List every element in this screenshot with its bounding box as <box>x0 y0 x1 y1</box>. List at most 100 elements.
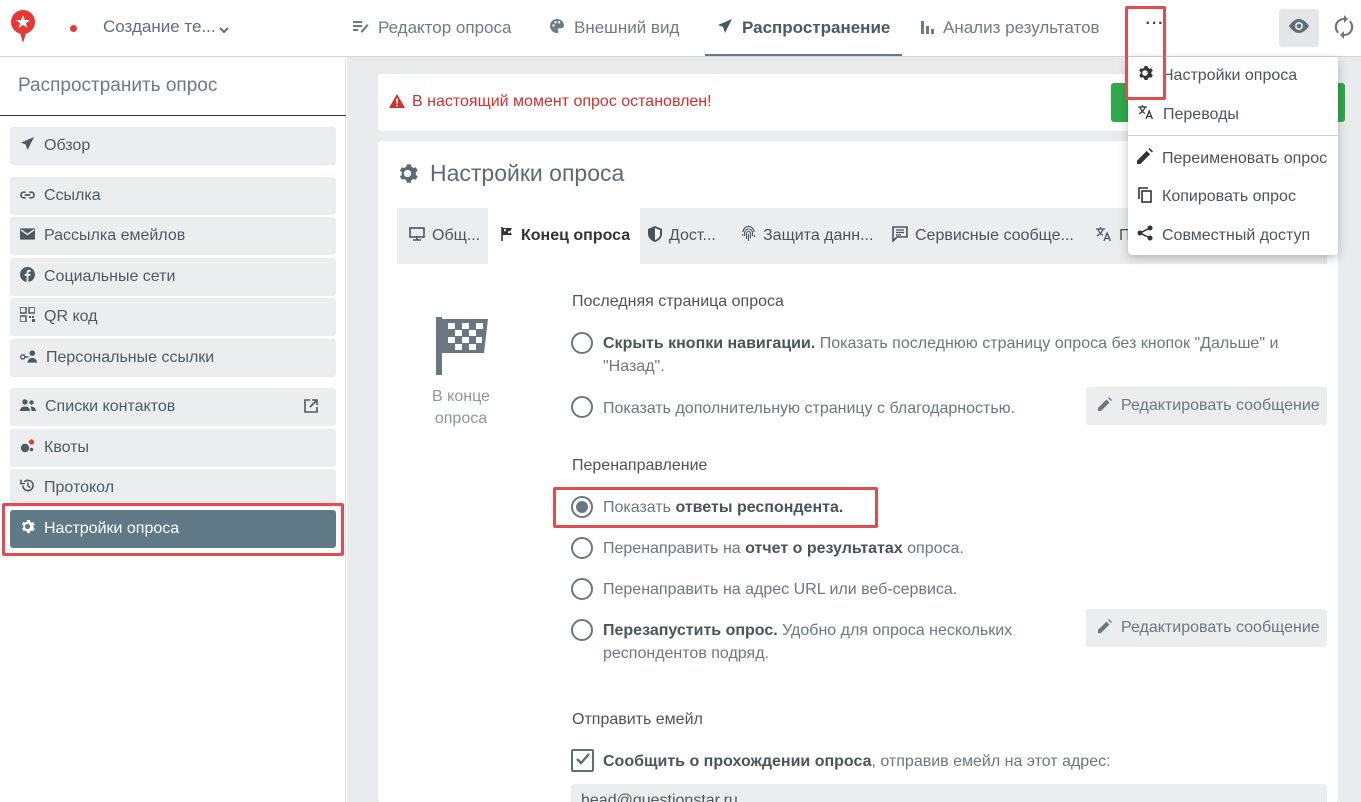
sidebar-item-quotas[interactable]: Квоты <box>10 429 336 467</box>
translate-icon <box>1137 104 1163 125</box>
app-logo[interactable] <box>9 9 37 45</box>
eye-icon <box>1287 18 1311 39</box>
facebook-icon <box>20 267 44 287</box>
survey-name-selector[interactable]: Создание те... <box>103 17 216 37</box>
email-heading: Отправить емейл <box>572 711 703 728</box>
sidebar-item-label: Ссылка <box>44 187 101 204</box>
edit-message-button[interactable]: Редактировать сообщение <box>1086 387 1327 425</box>
tab-survey-end[interactable]: Конец опроса <box>488 208 641 264</box>
fingerprint-icon <box>741 225 763 247</box>
option-hide-navigation[interactable]: Скрыть кнопки навигации. Показать послед… <box>603 332 1323 378</box>
shield-icon <box>648 225 669 247</box>
sidebar-item-contact-lists[interactable]: Списки контактов <box>10 388 336 426</box>
checkered-flag-icon <box>430 313 490 380</box>
option-bold: отчет о результатах <box>745 540 903 557</box>
radio-hide-navigation[interactable] <box>571 332 593 354</box>
people-icon <box>20 398 45 416</box>
quota-icon <box>20 438 44 458</box>
redirect-heading: Перенаправление <box>572 457 708 474</box>
sidebar-item-personal-links[interactable]: Персональные ссылки <box>10 339 336 377</box>
tab-access[interactable]: Дост... <box>648 208 716 264</box>
tab-analysis[interactable]: Анализ результатов <box>920 0 1100 56</box>
sidebar-title: Распространить опрос <box>18 75 218 96</box>
notify-checkbox[interactable] <box>571 749 594 772</box>
tab-service-messages[interactable]: Сервисные сообще... <box>892 208 1074 264</box>
option-results-report[interactable]: Перенаправить на отчет о результатах опр… <box>603 537 1323 560</box>
menu-item-label: Переводы <box>1163 105 1239 123</box>
notify-label[interactable]: Сообщить о прохождении опроса, отправив … <box>603 750 1323 773</box>
highlight-box <box>2 503 344 556</box>
menu-item-label: Совместный доступ <box>1162 226 1311 244</box>
radio-results-report[interactable] <box>571 537 593 559</box>
menu-item-copy[interactable]: Копировать опрос <box>1137 186 1296 208</box>
option-text: , отправив емейл на этот адрес: <box>871 753 1111 770</box>
highlight-box <box>553 487 878 528</box>
edit-message-label: Редактировать сообщение <box>1121 397 1320 414</box>
settings-title: Настройки опроса <box>430 160 625 186</box>
pencil-icon <box>1098 396 1121 416</box>
edit-message-button[interactable]: Редактировать сообщение <box>1086 609 1327 647</box>
person-key-icon <box>20 349 46 368</box>
sidebar-item-label: Обзор <box>44 137 91 154</box>
option-text: опроса. <box>902 540 964 557</box>
option-restart-survey[interactable]: Перезапустить опрос. Удобно для опроса н… <box>603 619 1053 665</box>
menu-item-rename[interactable]: Переименовать опрос <box>1137 148 1327 169</box>
option-bold: Перезапустить опрос. <box>603 622 778 639</box>
sidebar-item-label: Рассылка емейлов <box>44 227 186 244</box>
edit-message-label: Редактировать сообщение <box>1121 619 1320 636</box>
sidebar-item-label: Списки контактов <box>45 398 176 415</box>
tab-editor-label: Редактор опроса <box>378 18 512 37</box>
tab-analysis-label: Анализ результатов <box>943 18 1100 37</box>
sidebar-item-qr[interactable]: QR код <box>10 298 336 336</box>
flag-icon <box>500 226 521 246</box>
option-redirect-url[interactable]: Перенаправить на адрес URL или веб-серви… <box>603 578 1323 601</box>
tab-data-protection[interactable]: Защита данн... <box>741 208 873 264</box>
tab-general[interactable]: Общ... <box>409 208 480 264</box>
preview-button[interactable] <box>1279 9 1319 47</box>
tab-editor[interactable]: Редактор опроса <box>352 0 511 56</box>
gear-icon <box>397 163 418 189</box>
menu-item-label: Копировать опрос <box>1162 188 1296 205</box>
qr-code-icon <box>19 306 44 327</box>
external-link-icon[interactable] <box>304 399 327 418</box>
warning-icon <box>389 94 405 113</box>
highlight-box <box>1125 6 1166 100</box>
option-text: Перенаправить на <box>603 540 746 557</box>
send-icon <box>20 136 44 156</box>
history-icon <box>20 478 44 498</box>
pencil-icon <box>1098 618 1121 638</box>
sidebar-item-overview[interactable]: Обзор <box>10 127 336 165</box>
menu-item-share[interactable]: Совместный доступ <box>1137 225 1310 246</box>
share-icon <box>1137 225 1162 246</box>
option-thank-you-page[interactable]: Показать дополнительную страницу с благо… <box>603 397 1073 420</box>
menu-item-translations[interactable]: Переводы <box>1137 104 1239 125</box>
chevron-down-icon[interactable] <box>218 22 230 40</box>
tab-translations[interactable]: П <box>1095 208 1131 264</box>
sidebar-item-email[interactable]: Рассылка емейлов <box>10 217 336 255</box>
last-page-heading: Последняя страница опроса <box>572 293 784 310</box>
menu-item-label: Переименовать опрос <box>1162 149 1328 167</box>
edit-lines-icon <box>352 18 378 38</box>
radio-redirect-url[interactable] <box>571 578 593 600</box>
checkmark-icon <box>575 752 590 770</box>
refresh-icon[interactable] <box>1333 14 1355 45</box>
tab-appearance[interactable]: Внешний вид <box>549 0 679 56</box>
status-dot <box>70 25 77 32</box>
radio-thank-you-page[interactable] <box>571 396 593 418</box>
tab-distribution-label: Распространение <box>742 18 891 37</box>
email-value: head@questionstar.ru <box>581 792 738 802</box>
tab-label: Сервисные сообще... <box>915 227 1074 244</box>
sidebar-item-link[interactable]: Ссылка <box>10 177 336 215</box>
alert-message: В настоящий момент опрос остановлен! <box>412 93 712 110</box>
bar-chart-icon <box>920 18 943 39</box>
sidebar-item-protocol[interactable]: Протокол <box>10 469 336 507</box>
tab-label: Дост... <box>669 227 716 244</box>
sidebar-divider <box>0 115 346 116</box>
palette-icon <box>549 18 574 39</box>
tab-distribution[interactable]: Распространение <box>705 0 903 56</box>
sidebar-item-label: Протокол <box>44 479 115 496</box>
sidebar-item-label: QR код <box>44 308 98 325</box>
notify-email-field[interactable]: head@questionstar.ru <box>571 784 1327 802</box>
sidebar-item-social[interactable]: Социальные сети <box>10 258 336 296</box>
radio-restart-survey[interactable] <box>571 619 593 641</box>
